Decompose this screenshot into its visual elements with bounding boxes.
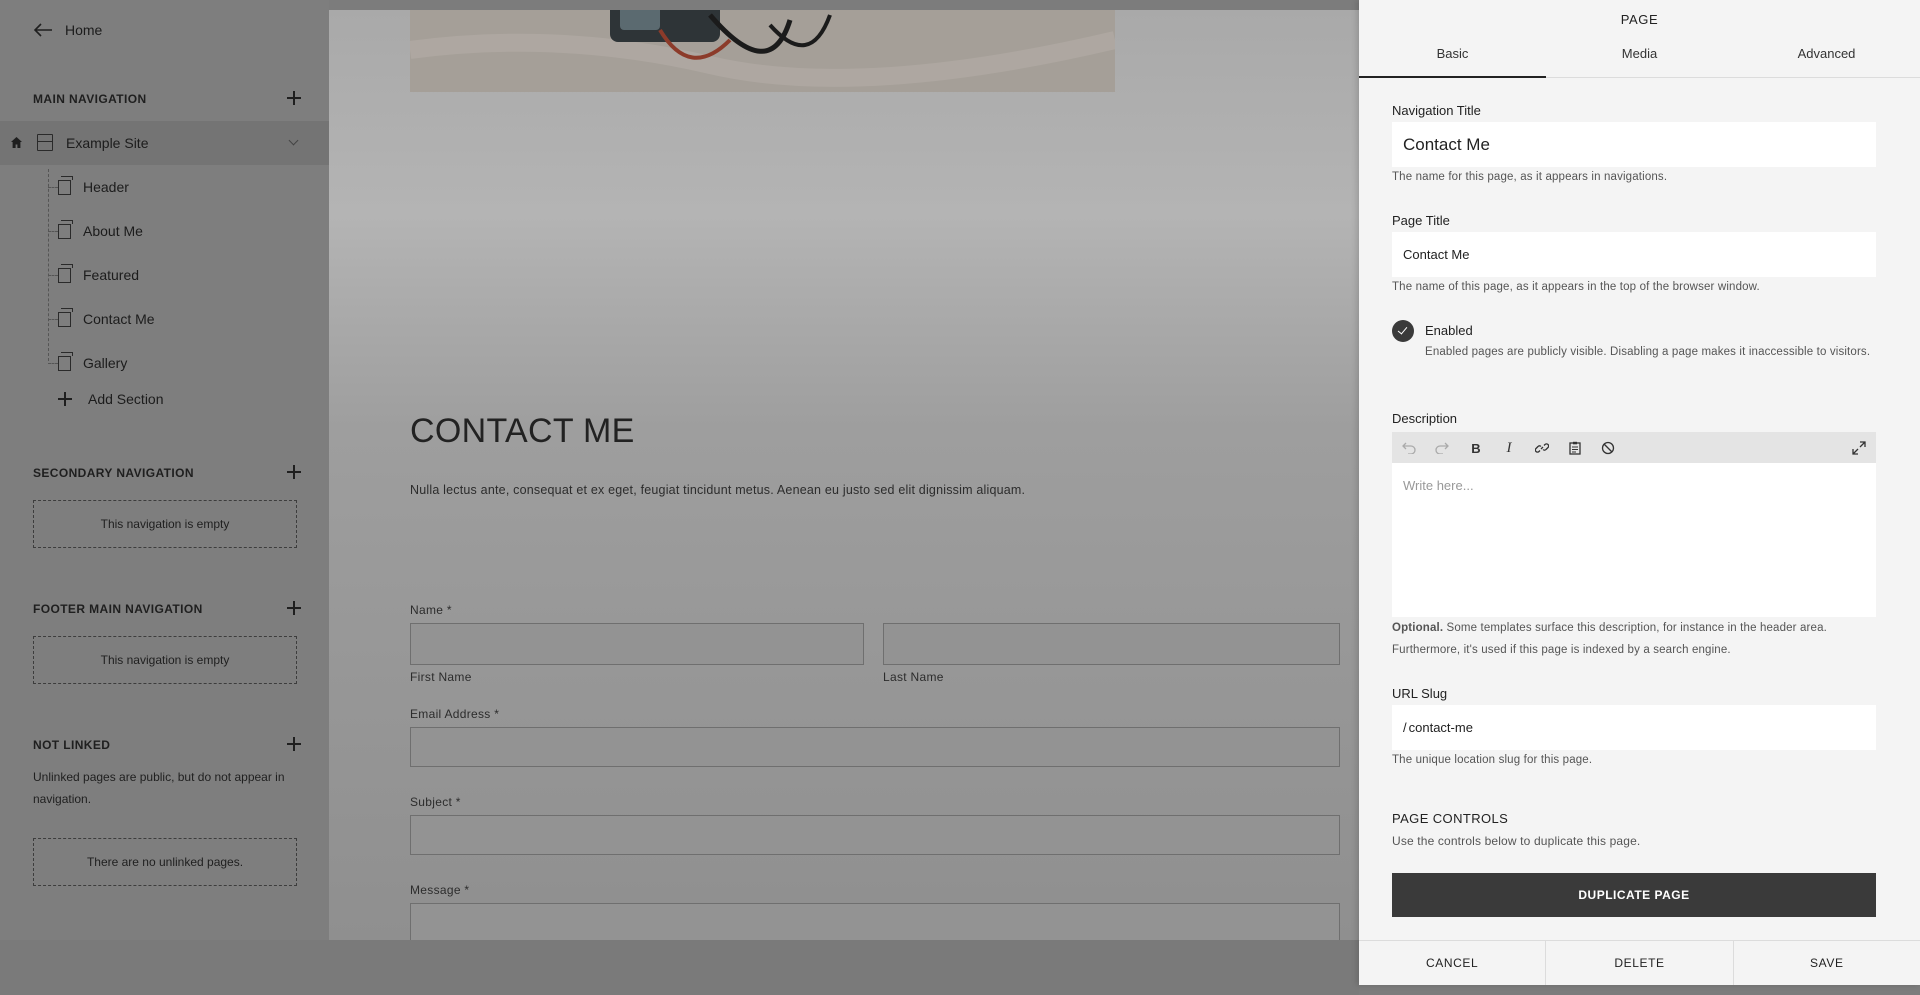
footer-navigation-title: FOOTER MAIN NAVIGATION xyxy=(33,602,203,616)
not-linked-title: NOT LINKED xyxy=(33,738,111,752)
add-secondary-navigation-plus-icon[interactable] xyxy=(286,464,302,480)
contact-title: CONTACT ME xyxy=(410,412,635,450)
editor-toolbar: B I xyxy=(1392,432,1876,463)
tab-advanced[interactable]: Advanced xyxy=(1733,40,1920,77)
cancel-button[interactable]: CANCEL xyxy=(1359,941,1545,985)
tab-basic[interactable]: Basic xyxy=(1359,40,1546,78)
site-stack-icon xyxy=(37,134,53,151)
arrow-left-icon xyxy=(33,23,52,37)
duplicate-page-button[interactable]: DUPLICATE PAGE xyxy=(1392,873,1876,917)
clipboard-icon[interactable] xyxy=(1564,437,1586,459)
enabled-hint: Enabled pages are publicly visible. Disa… xyxy=(1425,346,1871,358)
camera-strap-image xyxy=(410,10,1115,92)
not-linked-empty[interactable]: There are no unlinked pages. xyxy=(33,838,297,886)
sidebar-item-label: Featured xyxy=(83,267,140,283)
url-slug-input[interactable]: / contact-me xyxy=(1392,705,1876,750)
expand-icon[interactable] xyxy=(1848,437,1870,459)
last-name-field[interactable] xyxy=(883,623,1340,665)
sidebar-item-featured[interactable]: Featured xyxy=(48,262,139,288)
page-title-hint: The name of this page, as it appears in … xyxy=(1392,281,1760,293)
panel-tabs: Basic Media Advanced xyxy=(1359,40,1920,78)
site-navigation-sidebar: Home MAIN NAVIGATION Example Site Header… xyxy=(0,0,329,940)
sidebar-item-label: About Me xyxy=(83,223,143,239)
redo-icon[interactable] xyxy=(1431,437,1453,459)
email-label: Email Address * xyxy=(410,707,500,721)
site-label: Example Site xyxy=(66,135,149,151)
enabled-label: Enabled xyxy=(1425,323,1473,338)
page-icon xyxy=(58,175,73,195)
description-hint-bold: Optional. xyxy=(1392,622,1444,634)
url-slug-hint: The unique location slug for this page. xyxy=(1392,754,1593,766)
bold-icon[interactable]: B xyxy=(1465,437,1487,459)
save-button[interactable]: SAVE xyxy=(1732,941,1920,985)
email-field[interactable] xyxy=(410,727,1340,767)
description-hint-text: Some templates surface this description,… xyxy=(1392,622,1827,656)
main-navigation-title: MAIN NAVIGATION xyxy=(33,92,147,106)
name-label: Name * xyxy=(410,603,452,617)
navigation-title-label: Navigation Title xyxy=(1392,103,1481,118)
navigation-title-input[interactable]: Contact Me xyxy=(1392,122,1876,167)
delete-button[interactable]: DELETE xyxy=(1545,941,1732,985)
add-footer-navigation-plus-icon[interactable] xyxy=(286,600,302,616)
sidebar-item-header[interactable]: Header xyxy=(48,174,129,200)
undo-icon[interactable] xyxy=(1398,437,1420,459)
description-editor[interactable]: Write here... xyxy=(1392,463,1876,617)
page-icon xyxy=(58,263,73,283)
secondary-navigation-empty[interactable]: This navigation is empty xyxy=(33,500,297,548)
page-icon xyxy=(58,351,73,371)
navigation-title-hint: The name for this page, as it appears in… xyxy=(1392,171,1668,183)
link-icon[interactable] xyxy=(1531,437,1553,459)
page-controls-title: PAGE CONTROLS xyxy=(1392,811,1509,826)
subject-label: Subject * xyxy=(410,795,461,809)
subject-field[interactable] xyxy=(410,815,1340,855)
enabled-checkbox[interactable] xyxy=(1392,320,1414,342)
bottom-strip xyxy=(0,940,1359,995)
last-name-label: Last Name xyxy=(883,670,944,684)
url-slug-value: contact-me xyxy=(1408,720,1473,735)
first-name-field[interactable] xyxy=(410,623,864,665)
description-hint: Optional. Some templates surface this de… xyxy=(1392,617,1882,661)
panel-footer: CANCEL DELETE SAVE xyxy=(1359,940,1920,985)
sidebar-item-contact-me[interactable]: Contact Me xyxy=(48,306,155,332)
sidebar-item-label: Gallery xyxy=(83,355,128,371)
hero-image xyxy=(410,10,1115,92)
url-slug-prefix: / xyxy=(1403,720,1407,735)
first-name-label: First Name xyxy=(410,670,472,684)
home-label: Home xyxy=(65,22,103,38)
description-label: Description xyxy=(1392,411,1458,426)
page-preview: CONTACT ME Nulla lectus ante, consequat … xyxy=(329,10,1359,940)
page-icon xyxy=(58,219,73,239)
panel-title: PAGE xyxy=(1620,12,1659,27)
page-settings-panel: PAGE Basic Media Advanced Navigation Tit… xyxy=(1359,0,1920,985)
add-section-label: Add Section xyxy=(88,391,164,407)
url-slug-label: URL Slug xyxy=(1392,686,1448,701)
sidebar-item-about-me[interactable]: About Me xyxy=(48,218,143,244)
sidebar-item-gallery[interactable]: Gallery xyxy=(48,350,127,376)
sidebar-item-label: Contact Me xyxy=(83,311,155,327)
add-section-button[interactable]: Add Section xyxy=(58,391,164,407)
footer-navigation-empty[interactable]: This navigation is empty xyxy=(33,636,297,684)
chevron-down-icon[interactable] xyxy=(288,135,299,146)
page-title-label: Page Title xyxy=(1392,213,1450,228)
not-linked-description: Unlinked pages are public, but do not ap… xyxy=(33,770,285,806)
contact-description: Nulla lectus ante, consequat et ex eget,… xyxy=(410,483,1026,497)
home-back-link[interactable]: Home xyxy=(33,22,102,38)
message-label: Message * xyxy=(410,883,470,897)
page-icon xyxy=(58,307,73,327)
secondary-navigation-title: SECONDARY NAVIGATION xyxy=(33,466,194,480)
page-title-input[interactable]: Contact Me xyxy=(1392,232,1876,277)
message-field[interactable] xyxy=(410,903,1340,940)
plus-icon xyxy=(58,392,72,406)
page-controls-hint: Use the controls below to duplicate this… xyxy=(1392,834,1641,848)
sidebar-item-label: Header xyxy=(83,179,129,195)
italic-icon[interactable]: I xyxy=(1498,437,1520,459)
site-row-example-site[interactable]: Example Site xyxy=(0,121,329,165)
tab-media[interactable]: Media xyxy=(1546,40,1733,77)
add-not-linked-plus-icon[interactable] xyxy=(286,736,302,752)
add-main-navigation-plus-icon[interactable] xyxy=(286,90,302,106)
home-icon xyxy=(11,137,22,148)
clear-format-icon[interactable] xyxy=(1597,437,1619,459)
